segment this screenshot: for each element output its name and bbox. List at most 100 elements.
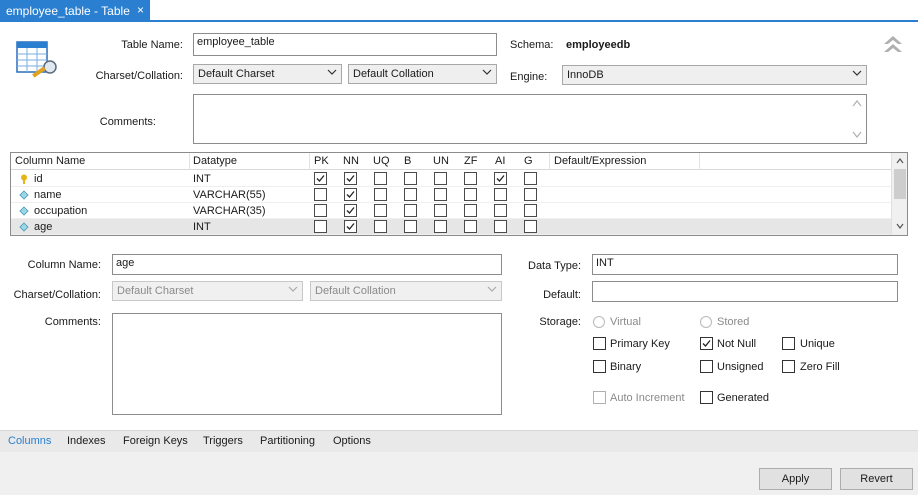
flag-checkbox-pk[interactable] [314, 172, 327, 185]
scroll-up-icon[interactable] [851, 98, 863, 110]
cell-datatype[interactable]: VARCHAR(35) [193, 205, 266, 217]
not-null-checkbox[interactable] [700, 337, 713, 350]
flag-checkbox-zf[interactable] [464, 188, 477, 201]
footer-bar: Apply Revert [0, 452, 918, 495]
flag-checkbox-b[interactable] [404, 220, 417, 233]
chevron-down-icon [327, 67, 337, 77]
flag-checkbox-g[interactable] [524, 220, 537, 233]
header-nn[interactable]: NN [343, 155, 359, 167]
header-zf[interactable]: ZF [464, 155, 477, 167]
flag-checkbox-pk[interactable] [314, 220, 327, 233]
storage-virtual-radio[interactable] [593, 316, 605, 328]
generated-checkbox[interactable] [700, 391, 713, 404]
flag-checkbox-g[interactable] [524, 172, 537, 185]
charset-collation-label: Charset/Collation: [95, 70, 183, 82]
flag-checkbox-b[interactable] [404, 188, 417, 201]
cell-column-name[interactable]: id [34, 173, 43, 185]
apply-button[interactable]: Apply [759, 468, 832, 490]
charset-select[interactable]: Default Charset [193, 64, 342, 84]
data-type-input[interactable]: INT [592, 254, 898, 275]
flag-checkbox-nn[interactable] [344, 220, 357, 233]
cell-column-name[interactable]: age [34, 221, 52, 233]
flag-checkbox-uq[interactable] [374, 220, 387, 233]
header-pk[interactable]: PK [314, 155, 329, 167]
flag-checkbox-zf[interactable] [464, 220, 477, 233]
scroll-down-icon[interactable] [851, 128, 863, 140]
key-icon [19, 174, 29, 184]
tab-options[interactable]: Options [333, 435, 371, 447]
scroll-down-icon[interactable] [895, 221, 905, 231]
revert-button[interactable]: Revert [840, 468, 913, 490]
table-row[interactable]: age INT [11, 219, 891, 235]
flag-checkbox-un[interactable] [434, 204, 447, 217]
flag-checkbox-ai[interactable] [494, 172, 507, 185]
flag-checkbox-pk[interactable] [314, 188, 327, 201]
header-uq[interactable]: UQ [373, 155, 390, 167]
tab-partitioning[interactable]: Partitioning [260, 435, 315, 447]
header-default-expression[interactable]: Default/Expression [554, 155, 646, 167]
zero-fill-checkbox[interactable] [782, 360, 795, 373]
detail-collation-select: Default Collation [310, 281, 502, 301]
flag-checkbox-ai[interactable] [494, 220, 507, 233]
cell-datatype[interactable]: INT [193, 221, 211, 233]
header-column-name[interactable]: Column Name [15, 155, 85, 167]
tab-foreign-keys[interactable]: Foreign Keys [123, 435, 188, 447]
table-name-input[interactable]: employee_table [193, 33, 497, 56]
binary-checkbox[interactable] [593, 360, 606, 373]
cell-column-name[interactable]: name [34, 189, 62, 201]
table-row[interactable]: id INT [11, 171, 891, 187]
storage-stored-radio[interactable] [700, 316, 712, 328]
header-ai[interactable]: AI [495, 155, 505, 167]
scrollbar-thumb[interactable] [894, 169, 906, 199]
header-un[interactable]: UN [433, 155, 449, 167]
collapse-up-icon[interactable] [882, 34, 904, 54]
flag-checkbox-ai[interactable] [494, 188, 507, 201]
flag-checkbox-un[interactable] [434, 188, 447, 201]
flag-checkbox-zf[interactable] [464, 172, 477, 185]
tab-columns[interactable]: Columns [8, 435, 51, 447]
table-comments-input[interactable] [193, 94, 867, 144]
grid-vertical-scrollbar[interactable] [891, 153, 907, 235]
flag-checkbox-pk[interactable] [314, 204, 327, 217]
flag-checkbox-b[interactable] [404, 172, 417, 185]
tab-employee-table[interactable]: employee_table - Table × [0, 0, 150, 22]
flag-checkbox-uq[interactable] [374, 188, 387, 201]
data-type-label: Data Type: [528, 260, 581, 272]
default-input[interactable] [592, 281, 898, 302]
scroll-up-icon[interactable] [895, 156, 905, 166]
table-row[interactable]: name VARCHAR(55) [11, 187, 891, 203]
tab-indexes[interactable]: Indexes [67, 435, 106, 447]
flag-checkbox-nn[interactable] [344, 172, 357, 185]
flag-checkbox-g[interactable] [524, 188, 537, 201]
flag-checkbox-uq[interactable] [374, 204, 387, 217]
engine-label: Engine: [510, 71, 548, 83]
flag-checkbox-ai[interactable] [494, 204, 507, 217]
header-datatype[interactable]: Datatype [193, 155, 237, 167]
flag-checkbox-b[interactable] [404, 204, 417, 217]
cell-datatype[interactable]: VARCHAR(55) [193, 189, 266, 201]
tab-triggers[interactable]: Triggers [203, 435, 243, 447]
cell-datatype[interactable]: INT [193, 173, 211, 185]
tab-close-icon[interactable]: × [137, 3, 144, 17]
detail-comments-input[interactable] [112, 313, 502, 415]
primary-key-checkbox[interactable] [593, 337, 606, 350]
engine-select[interactable]: InnoDB [562, 65, 867, 85]
cell-column-name[interactable]: occupation [34, 205, 87, 217]
flag-checkbox-nn[interactable] [344, 188, 357, 201]
collation-select[interactable]: Default Collation [348, 64, 497, 84]
unsigned-checkbox[interactable] [700, 360, 713, 373]
header-b[interactable]: B [404, 155, 411, 167]
table-row[interactable]: occupation VARCHAR(35) [11, 203, 891, 219]
auto-increment-checkbox[interactable] [593, 391, 606, 404]
flag-checkbox-nn[interactable] [344, 204, 357, 217]
flag-checkbox-un[interactable] [434, 220, 447, 233]
flag-checkbox-uq[interactable] [374, 172, 387, 185]
checkmark-icon [346, 223, 355, 230]
flag-checkbox-g[interactable] [524, 204, 537, 217]
engine-select-value: InnoDB [567, 69, 604, 81]
flag-checkbox-zf[interactable] [464, 204, 477, 217]
unique-checkbox[interactable] [782, 337, 795, 350]
header-g[interactable]: G [524, 155, 533, 167]
flag-checkbox-un[interactable] [434, 172, 447, 185]
column-name-input[interactable]: age [112, 254, 502, 275]
